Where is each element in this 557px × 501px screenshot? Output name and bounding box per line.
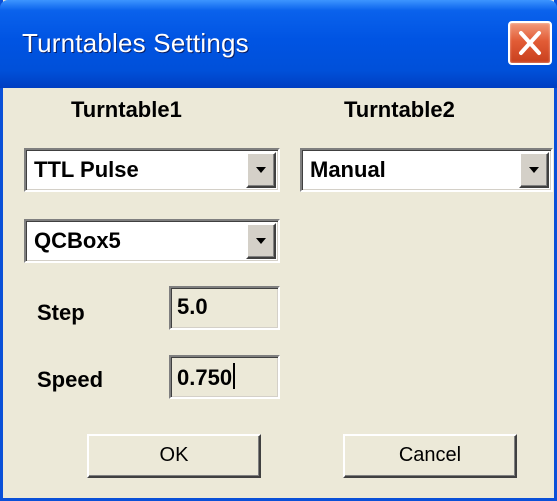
turntable2-heading: Turntable2 — [344, 97, 455, 122]
speed-input[interactable]: 0.750 — [169, 355, 280, 399]
turntable1-mode-select[interactable]: TTL Pulse — [24, 148, 280, 192]
turntable1-mode-dropdown-button[interactable] — [246, 152, 276, 188]
chevron-down-icon — [529, 167, 539, 173]
chevron-down-icon — [256, 238, 266, 244]
window-title: Turntables Settings — [22, 28, 249, 58]
text-caret — [233, 363, 236, 389]
ok-button[interactable]: OK — [87, 434, 261, 478]
close-icon — [519, 31, 541, 55]
turntable2-mode-select[interactable]: Manual — [300, 148, 553, 192]
step-value: 5.0 — [177, 294, 208, 319]
turntable1-device-value: QCBox5 — [34, 228, 121, 253]
turntables-settings-dialog: Turntables Settings Turntable1 Turntable… — [0, 0, 557, 501]
turntable1-heading: Turntable1 — [71, 97, 182, 122]
cancel-button[interactable]: Cancel — [343, 434, 517, 478]
turntable1-device-dropdown-button[interactable] — [246, 223, 276, 259]
turntable1-device-select[interactable]: QCBox5 — [24, 219, 280, 263]
dialog-body: Turntable1 Turntable2 TTL Pulse Manual Q… — [3, 88, 554, 498]
turntable2-mode-dropdown-button[interactable] — [519, 152, 549, 188]
turntable2-mode-value: Manual — [310, 157, 386, 182]
turntable1-mode-value: TTL Pulse — [34, 157, 139, 182]
speed-label: Speed — [37, 367, 104, 392]
step-input[interactable]: 5.0 — [169, 286, 280, 330]
close-button[interactable] — [508, 21, 552, 65]
step-label: Step — [37, 300, 85, 325]
speed-value: 0.750 — [177, 365, 233, 390]
title-bar[interactable]: Turntables Settings — [0, 0, 557, 88]
chevron-down-icon — [256, 167, 266, 173]
